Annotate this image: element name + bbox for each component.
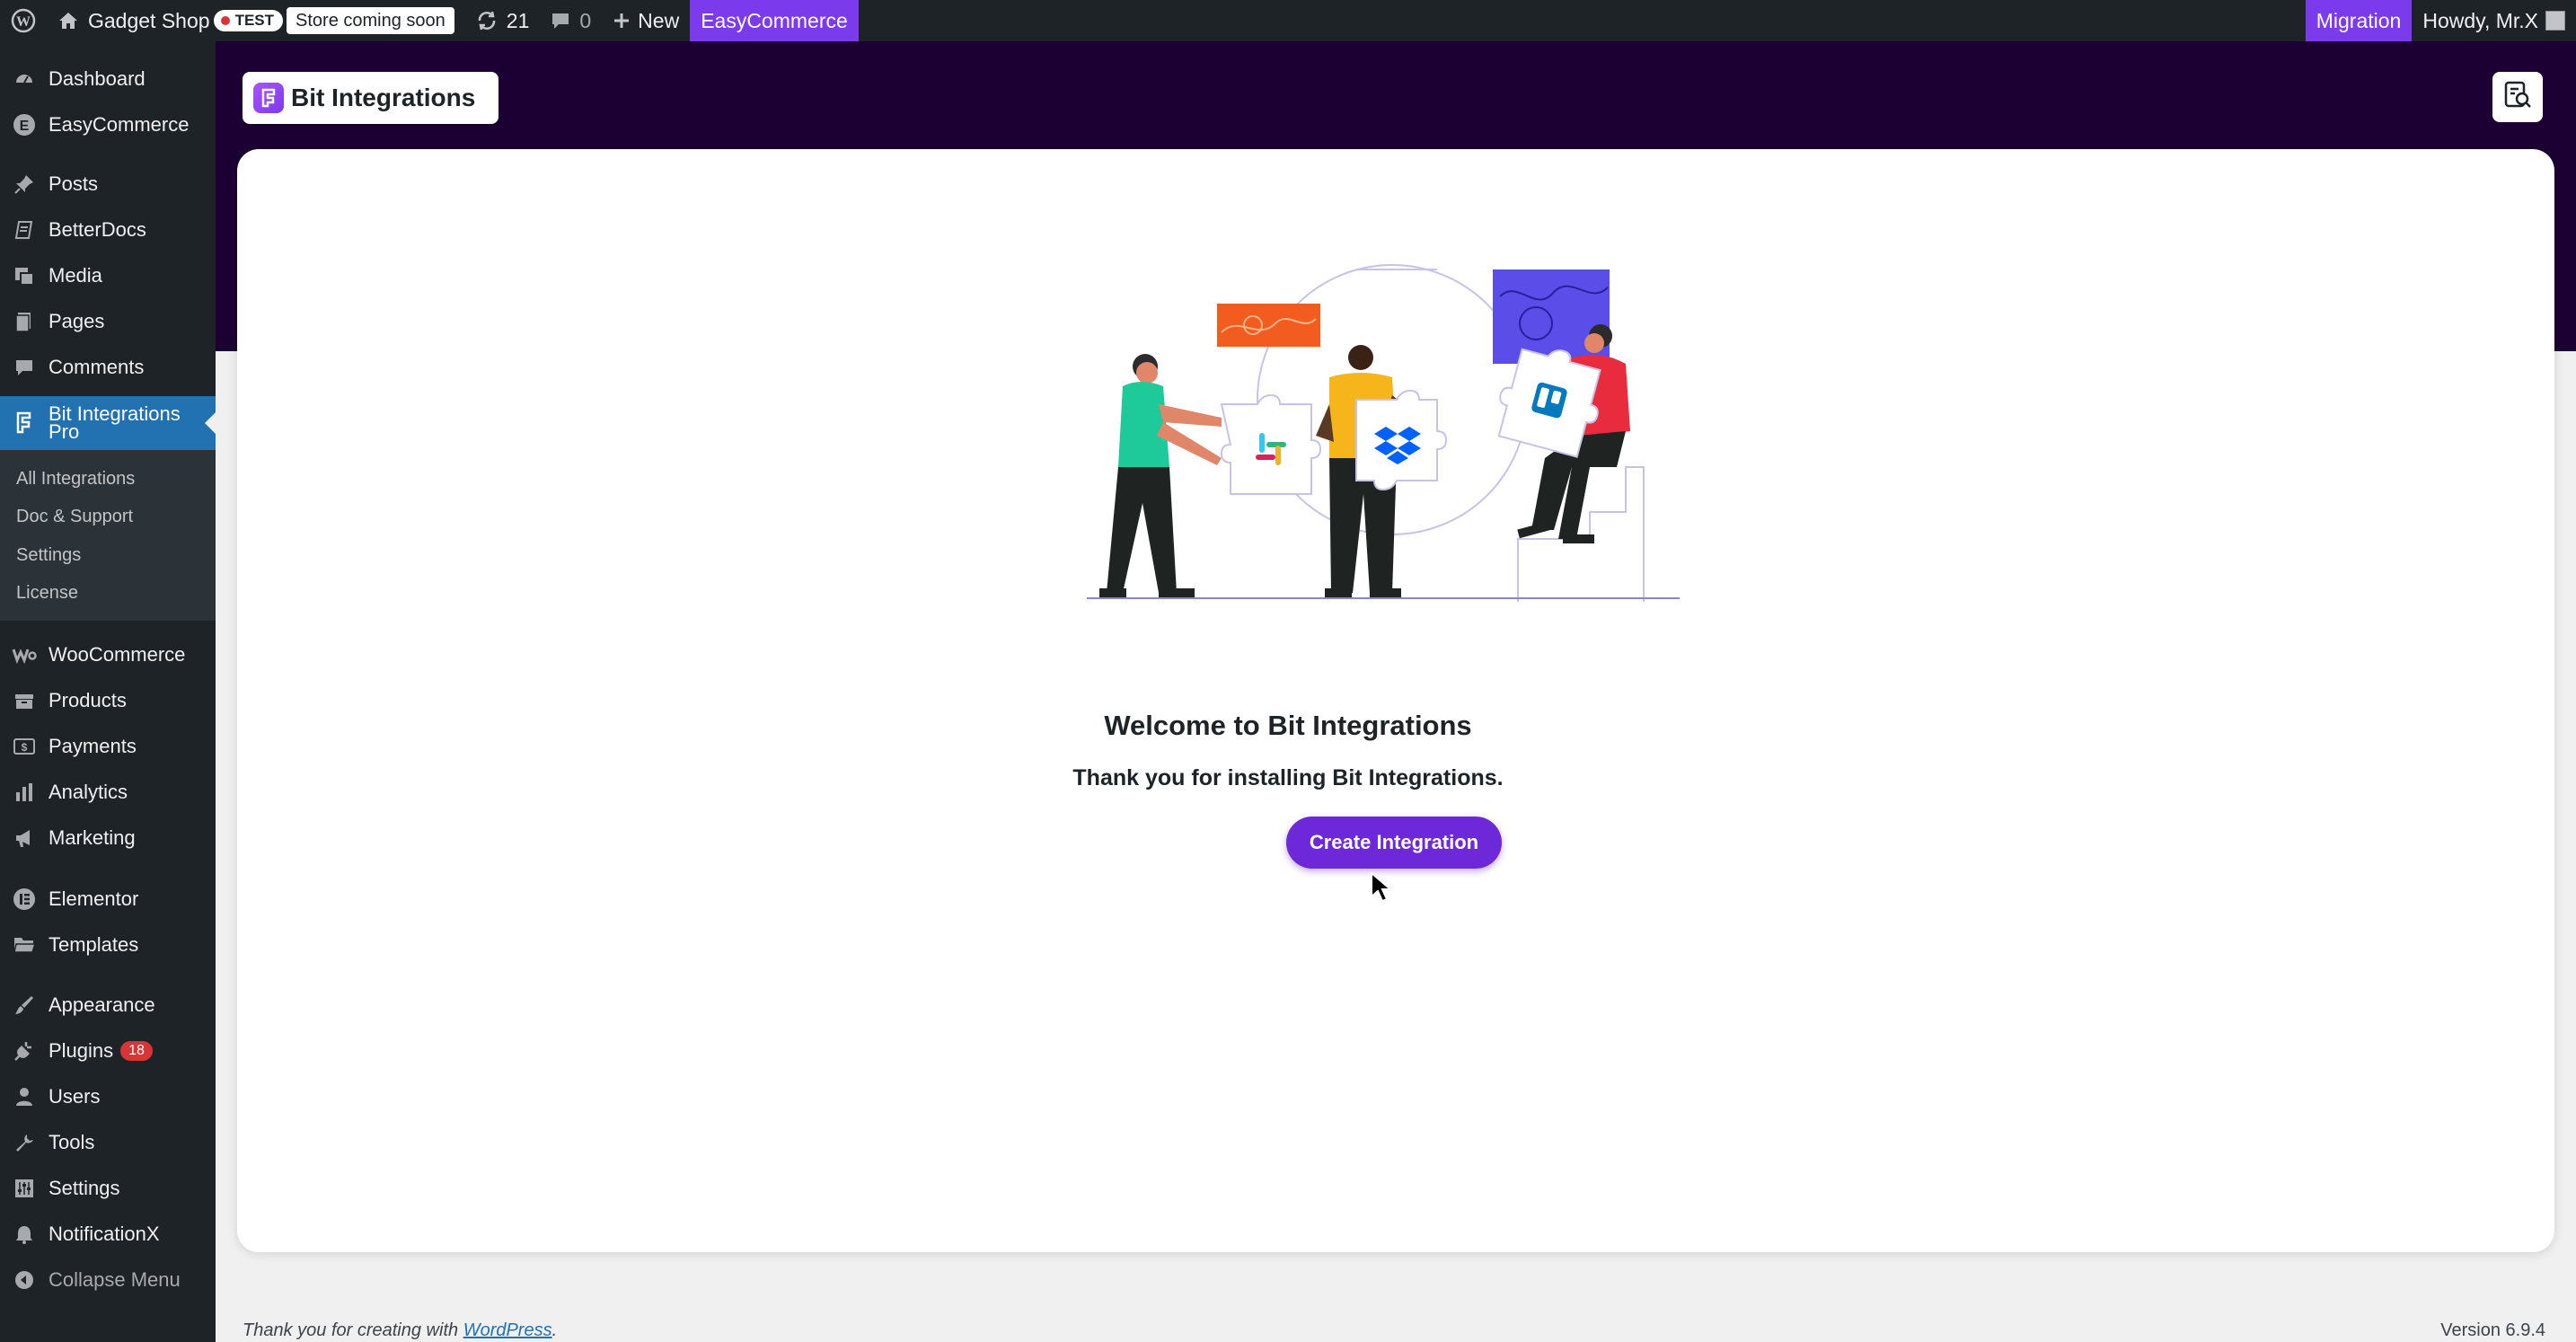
footer-thanks: Thank you for creating with WordPress. xyxy=(243,1320,558,1340)
footer-version: Version 6.9.4 xyxy=(2440,1320,2545,1340)
home-icon xyxy=(57,11,79,31)
active-indicator xyxy=(205,412,216,434)
person-teal xyxy=(1099,354,1222,597)
new-label: New xyxy=(638,8,680,32)
admin-bar: W Gadget Shop TEST Store coming soon 21 … xyxy=(0,0,2576,41)
welcome-subtitle: Thank you for installing Bit Integration… xyxy=(1072,765,1504,790)
sidebar-item-users[interactable]: Users xyxy=(0,1079,216,1115)
submenu-settings[interactable]: Settings xyxy=(16,545,81,566)
howdy-label: Howdy, Mr.X xyxy=(2422,8,2538,32)
site-name-link[interactable]: Gadget Shop TEST Store coming soon xyxy=(47,0,465,41)
sidebar-item-bit-integrations-pro[interactable]: Bit Integrations Pro xyxy=(0,396,216,450)
comments-count: 0 xyxy=(579,8,592,32)
sidebar-item-comments[interactable]: Comments xyxy=(0,349,216,385)
sidebar-item-media[interactable]: Media xyxy=(0,258,216,294)
sidebar-item-easycommerce[interactable]: E EasyCommerce xyxy=(0,107,216,143)
sidebar-item-elementor[interactable]: Elementor xyxy=(0,881,216,917)
easycommerce-icon: E xyxy=(0,113,49,137)
submenu-all-integrations[interactable]: All Integrations xyxy=(16,469,135,490)
svg-text:E: E xyxy=(20,119,30,134)
brush-icon xyxy=(0,994,49,1016)
sidebar-item-marketing[interactable]: Marketing xyxy=(0,820,216,856)
logo-text: Bit Integrations xyxy=(291,84,476,111)
sidebar-item-plugins[interactable]: Plugins 18 xyxy=(0,1033,216,1069)
welcome-title: Welcome to Bit Integrations xyxy=(1104,710,1472,741)
documentation-button[interactable] xyxy=(2492,72,2543,122)
integration-illustration xyxy=(1087,264,1680,602)
sidebar-item-notificationx[interactable]: NotificationX xyxy=(0,1216,216,1252)
comment-icon xyxy=(0,357,49,378)
sidebar-item-posts[interactable]: Posts xyxy=(0,166,216,202)
plugin-icon xyxy=(0,1040,49,1062)
collapse-menu-button[interactable]: Collapse Menu xyxy=(0,1262,216,1298)
bit-integrations-logo-icon xyxy=(253,83,284,113)
svg-text:$: $ xyxy=(22,741,28,754)
sidebar-item-pages[interactable]: Pages xyxy=(0,304,216,340)
pin-icon xyxy=(0,173,49,195)
new-content-link[interactable]: New xyxy=(602,0,690,41)
sidebar-item-appearance[interactable]: Appearance xyxy=(0,987,216,1023)
plus-icon xyxy=(613,12,631,30)
submenu-doc-support[interactable]: Doc & Support xyxy=(16,507,133,527)
dashboard-icon xyxy=(0,68,49,90)
folder-icon xyxy=(0,935,49,955)
document-search-icon xyxy=(2502,80,2533,115)
easycommerce-link[interactable]: EasyCommerce xyxy=(690,0,859,41)
refresh-icon xyxy=(476,10,498,31)
mouse-cursor-icon xyxy=(1371,871,1393,903)
create-integration-button[interactable]: Create Integration xyxy=(1286,817,1502,869)
user-account-menu[interactable]: Howdy, Mr.X xyxy=(2412,0,2576,41)
svg-text:W: W xyxy=(16,14,31,30)
user-icon xyxy=(0,1086,49,1108)
dropbox-puzzle-piece xyxy=(1355,389,1448,491)
docs-icon xyxy=(0,219,49,241)
site-name: Gadget Shop xyxy=(88,8,210,32)
wrench-icon xyxy=(0,1132,49,1153)
woocommerce-icon xyxy=(0,646,49,664)
bit-integrations-logo[interactable]: Bit Integrations xyxy=(243,72,498,124)
slack-puzzle-piece xyxy=(1220,393,1322,495)
updates-count: 21 xyxy=(506,8,530,32)
settings-icon xyxy=(0,1178,49,1199)
submenu-license[interactable]: License xyxy=(16,583,78,604)
avatar xyxy=(2545,11,2565,31)
wordpress-link[interactable]: WordPress xyxy=(463,1320,552,1340)
store-status-badge: Store coming soon xyxy=(287,7,454,34)
megaphone-icon xyxy=(0,827,49,849)
elementor-icon xyxy=(0,887,49,911)
test-mode-badge: TEST xyxy=(213,10,284,31)
bit-integrations-icon xyxy=(0,411,49,436)
bell-icon xyxy=(0,1223,49,1245)
sidebar-item-betterdocs[interactable]: BetterDocs xyxy=(0,212,216,248)
migration-link[interactable]: Migration xyxy=(2305,0,2413,41)
comment-bubble-icon xyxy=(551,11,570,31)
orange-pattern-block xyxy=(1217,304,1320,347)
sidebar-item-settings[interactable]: Settings xyxy=(0,1170,216,1206)
sidebar-item-templates[interactable]: Templates xyxy=(0,927,216,963)
updates-link[interactable]: 21 xyxy=(465,0,541,41)
sidebar-item-tools[interactable]: Tools xyxy=(0,1125,216,1161)
admin-sidebar: Dashboard E EasyCommerce Posts BetterDoc… xyxy=(0,41,216,1342)
products-icon xyxy=(0,690,49,711)
sidebar-item-dashboard[interactable]: Dashboard xyxy=(0,61,216,97)
media-icon xyxy=(0,265,49,287)
pages-icon xyxy=(0,311,49,332)
comments-link[interactable]: 0 xyxy=(540,0,602,41)
plugins-update-badge: 18 xyxy=(120,1041,153,1061)
collapse-arrow-icon xyxy=(0,1269,49,1291)
wordpress-logo-icon[interactable]: W xyxy=(0,0,47,41)
sidebar-item-woocommerce[interactable]: WooCommerce xyxy=(0,637,216,673)
